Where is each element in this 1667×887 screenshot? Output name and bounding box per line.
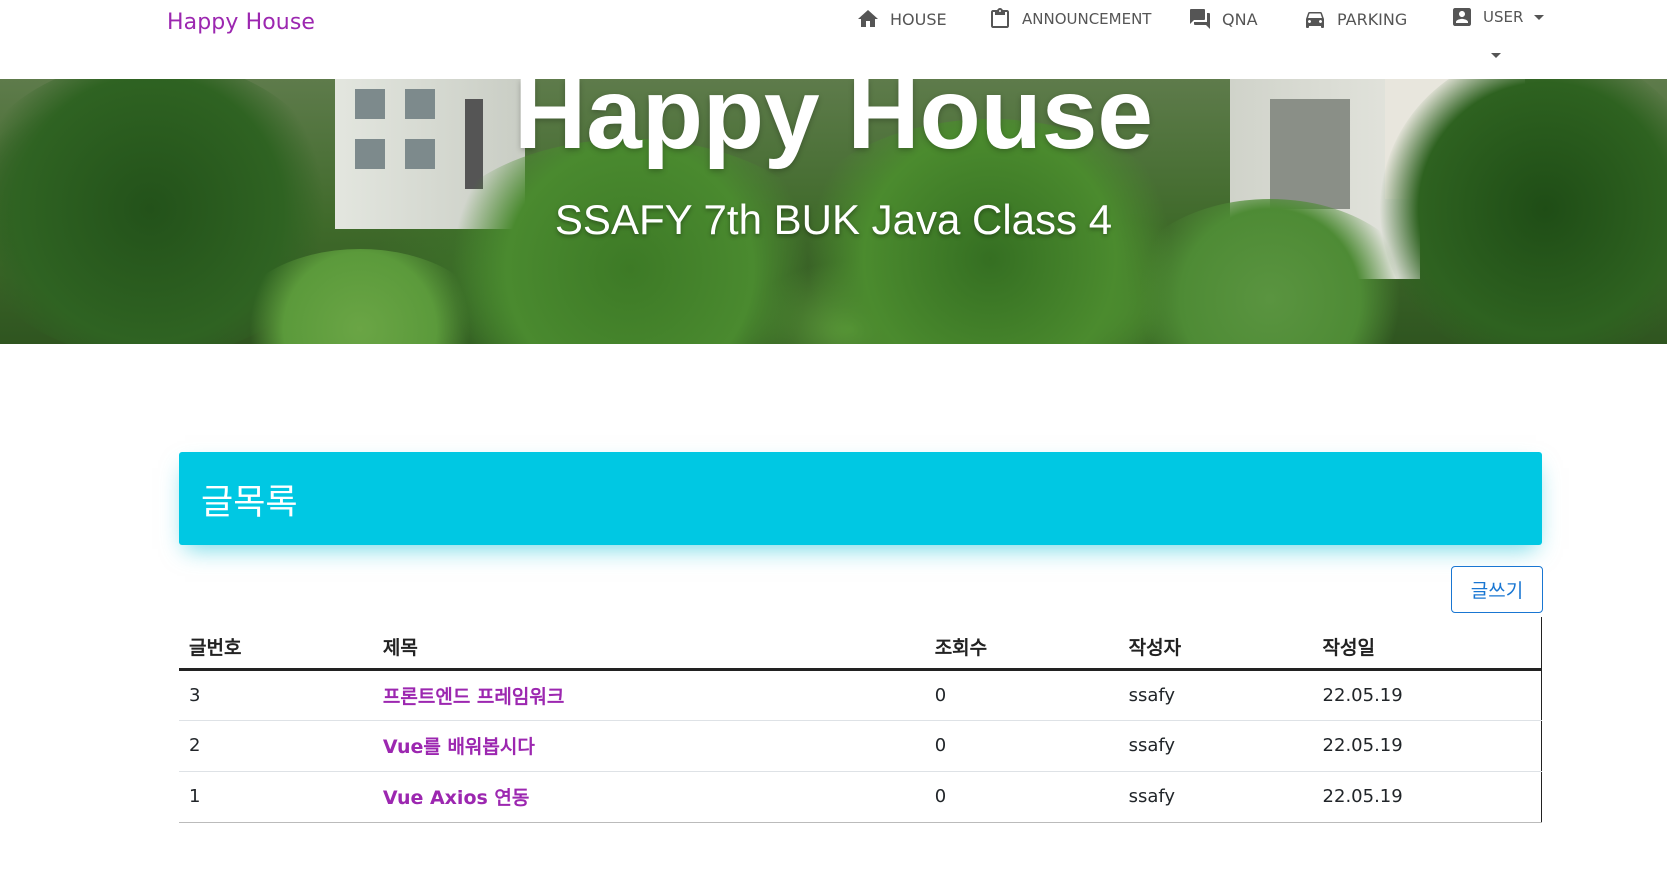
car-icon [1306,12,1324,28]
nav-qna-label: QNA [1222,9,1258,29]
clipboard-icon [991,8,1009,28]
table-row: 3 프론트엔드 프레임워크 0 ssafy 22.05.19 [179,669,1542,721]
post-author: ssafy [1118,771,1313,823]
nav-parking-label: PARKING [1337,9,1408,29]
table-row: 2 Vue를 배워봅시다 0 ssafy 22.05.19 [179,720,1542,772]
nav-user-label: USER [1483,8,1524,26]
post-title-cell: Vue를 배워봅시다 [372,720,925,772]
nav-house[interactable]: HOUSE [856,4,947,34]
chevron-down-icon[interactable] [1491,53,1501,58]
post-title-link[interactable]: 프론트엔드 프레임워크 [383,686,564,708]
post-no: 1 [179,771,373,823]
column-header-author: 작성자 [1118,617,1313,671]
table-row: 1 Vue Axios 연동 0 ssafy 22.05.19 [179,771,1542,823]
account-box-icon [1453,8,1471,26]
nav-announcement-label: ANNOUNCEMENT [1022,10,1152,28]
column-header-date: 작성일 [1312,617,1542,671]
board-header-card: 글목록 [179,452,1542,545]
post-title-link[interactable]: Vue Axios 연동 [383,787,529,809]
column-header-title: 제목 [372,617,925,671]
post-date: 22.05.19 [1312,720,1542,772]
hero-title: Happy House [513,79,1153,170]
brand-logo-link[interactable]: Happy House [167,10,315,35]
post-views: 0 [924,669,1119,721]
post-title-cell: 프론트엔드 프레임워크 [372,669,925,721]
nav-parking[interactable]: PARKING [1303,4,1407,34]
forum-icon [1190,9,1210,29]
post-title-cell: Vue Axios 연동 [372,771,925,823]
post-views: 0 [924,720,1119,772]
nav-qna[interactable]: QNA [1188,4,1258,34]
post-author: ssafy [1118,669,1313,721]
post-date: 22.05.19 [1312,771,1542,823]
column-header-no: 글번호 [179,617,373,671]
post-no: 2 [179,720,373,772]
nav-user-dropdown[interactable]: USER [1450,2,1545,32]
post-date: 22.05.19 [1312,669,1542,721]
column-header-views: 조회수 [924,617,1119,671]
top-navbar: Happy House HOUSE ANNOUNCEMENT QNA PARKI… [0,0,1667,79]
post-author: ssafy [1118,720,1313,772]
post-table: 글번호 제목 조회수 작성자 작성일 3 프론트엔드 프레임워크 0 ssafy… [179,617,1542,823]
post-title-link[interactable]: Vue를 배워봅시다 [383,736,535,758]
table-header-row: 글번호 제목 조회수 작성자 작성일 [179,617,1542,671]
hero-subtitle: SSAFY 7th BUK Java Class 4 [554,196,1113,243]
board-title: 글목록 [201,483,298,523]
nav-announcement[interactable]: ANNOUNCEMENT [988,4,1151,34]
hero-banner: Happy House SSAFY 7th BUK Java Class 4 [0,79,1667,344]
post-views: 0 [924,771,1119,823]
post-no: 3 [179,669,373,721]
home-icon [858,10,878,27]
nav-house-label: HOUSE [890,9,947,29]
chevron-down-icon [1534,14,1545,20]
write-post-button[interactable]: 글쓰기 [1451,566,1543,613]
